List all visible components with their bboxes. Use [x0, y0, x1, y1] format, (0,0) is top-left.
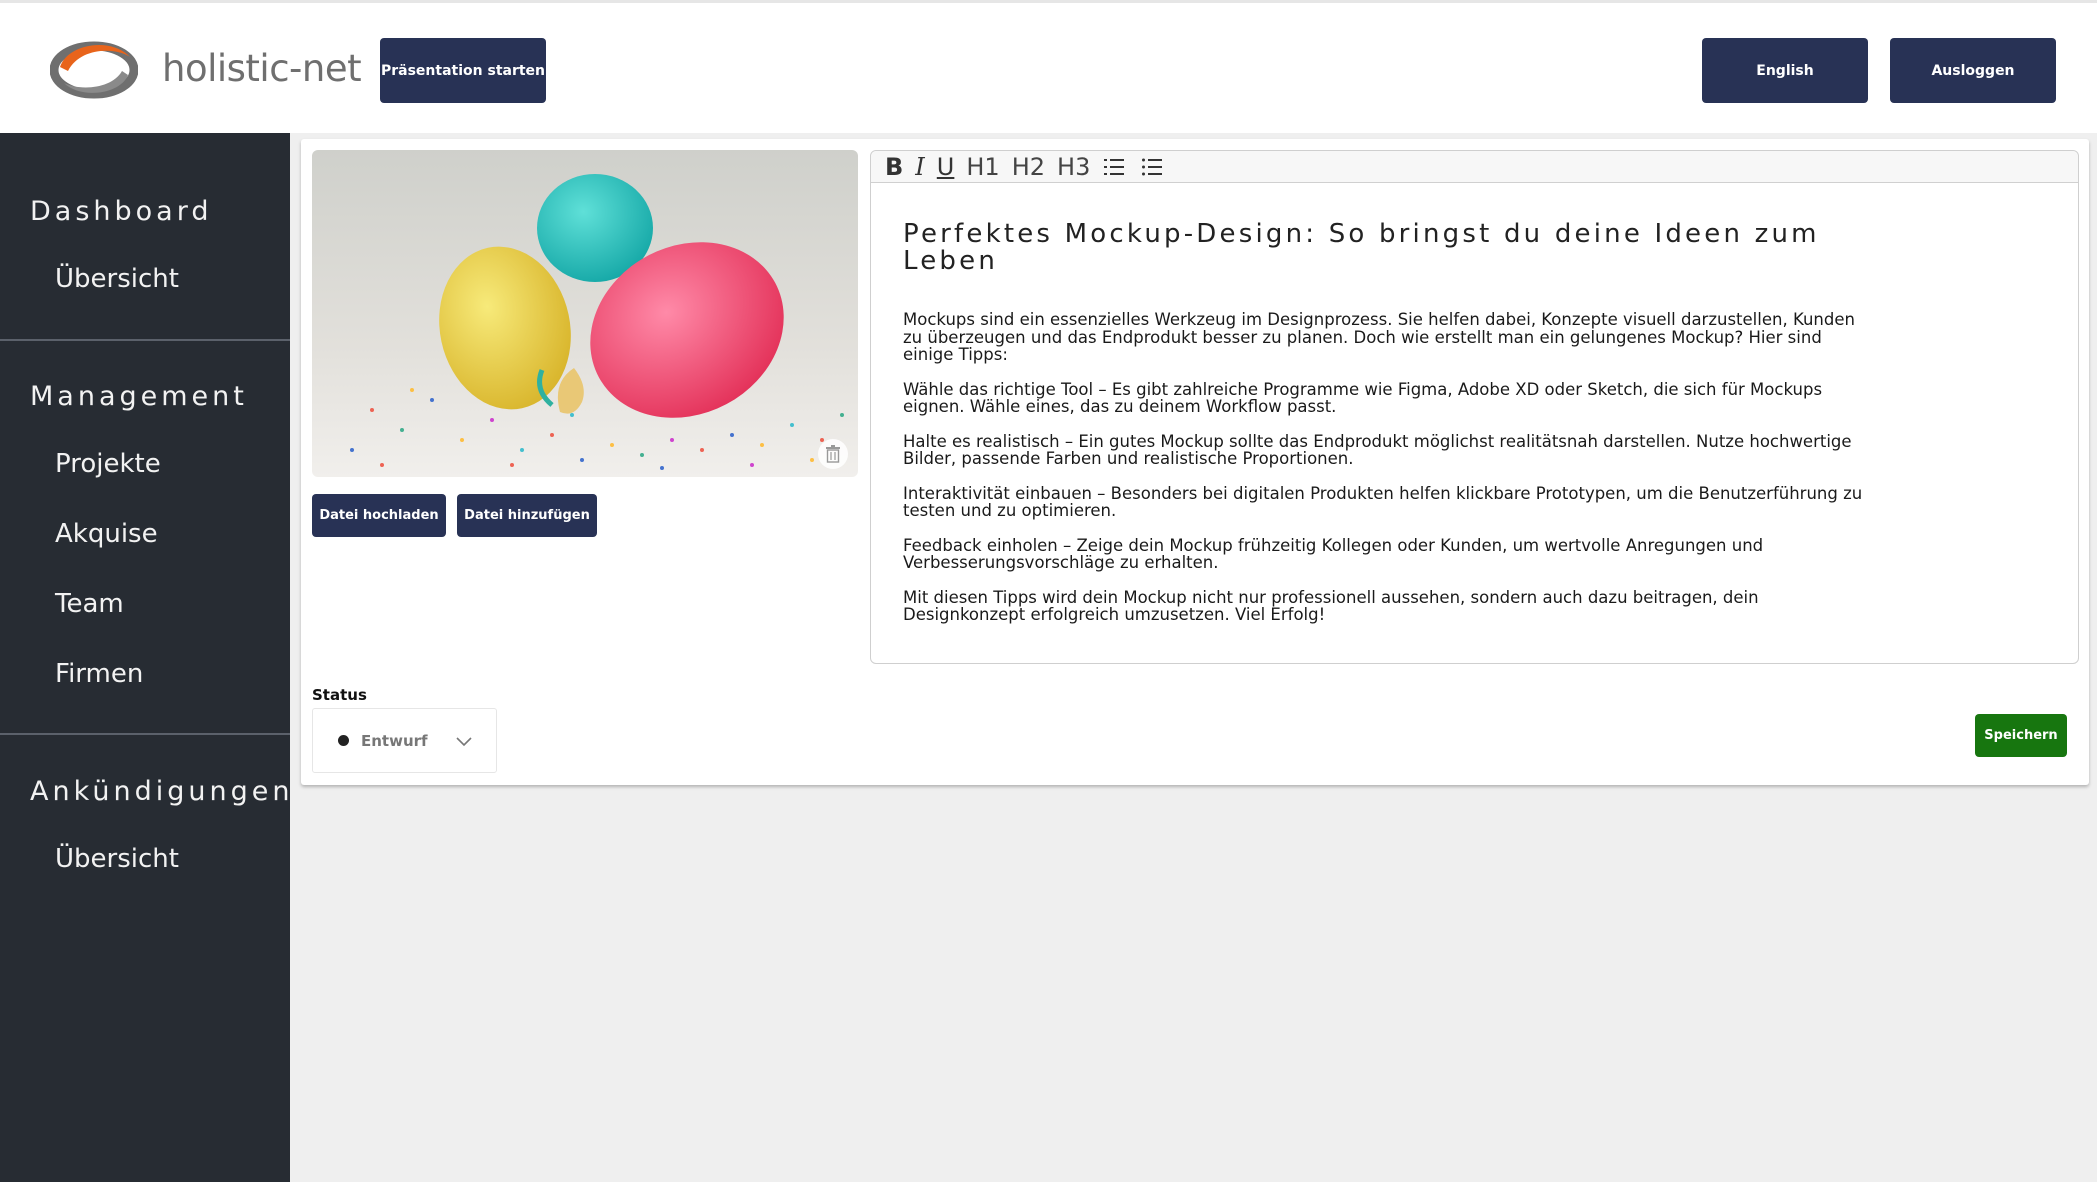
language-button[interactable]: English — [1702, 38, 1868, 103]
sidebar-item-companies[interactable]: Firmen — [55, 659, 143, 689]
top-bar: holistic-net Präsentation starten Englis… — [0, 0, 2097, 133]
ordered-list-icon — [1104, 158, 1125, 175]
article-title: Perfektes Mockup-Design: So bringst du d… — [903, 219, 1820, 276]
sidebar-item-dashboard-overview[interactable]: Übersicht — [55, 264, 179, 294]
sidebar-item-projects[interactable]: Projekte — [55, 449, 161, 479]
status-select[interactable]: Entwurf — [312, 708, 497, 773]
editor-content[interactable]: Perfektes Mockup-Design: So bringst du d… — [903, 221, 1863, 641]
logo[interactable]: holistic-net — [50, 37, 362, 99]
status-dot-icon — [338, 735, 349, 746]
sidebar-item-team[interactable]: Team — [55, 589, 124, 619]
rich-text-editor[interactable]: B I U H1 H2 H3 Perfektes Mockup-Design: … — [870, 150, 2079, 664]
ordered-list-button[interactable] — [1104, 158, 1125, 176]
sidebar-heading-announcements: Ankündigungen — [30, 776, 294, 807]
bold-button[interactable]: B — [885, 153, 903, 181]
status-label: Status — [312, 686, 367, 704]
chevron-down-icon — [456, 737, 472, 747]
start-presentation-button[interactable]: Präsentation starten — [380, 38, 546, 103]
article-paragraph: Wähle das richtige Tool – Es gibt zahlre… — [903, 379, 1823, 416]
sidebar-item-announcements-overview[interactable]: Übersicht — [55, 844, 179, 874]
article-paragraph: Halte es realistisch – Ein gutes Mockup … — [903, 431, 1852, 468]
sidebar-heading-dashboard: Dashboard — [30, 196, 213, 227]
article-paragraph: Mockups sind ein essenzielles Werkzeug i… — [903, 310, 1855, 364]
save-button[interactable]: Speichern — [1975, 714, 2067, 757]
uploaded-image — [312, 150, 858, 477]
heading1-button[interactable]: H1 — [966, 153, 999, 181]
sidebar-item-acquisition[interactable]: Akquise — [55, 519, 158, 549]
bullet-list-icon — [1142, 158, 1163, 175]
logout-button[interactable]: Ausloggen — [1890, 38, 2056, 103]
editor-toolbar: B I U H1 H2 H3 — [871, 151, 2078, 183]
italic-button[interactable]: I — [915, 153, 924, 181]
logo-mark-icon — [50, 41, 138, 99]
sidebar-heading-management: Management — [30, 381, 248, 412]
logo-text: holistic-net — [162, 46, 362, 90]
upload-file-button[interactable]: Datei hochladen — [312, 494, 446, 537]
sidebar-divider — [0, 733, 290, 735]
article-paragraph: Mit diesen Tipps wird dein Mockup nicht … — [903, 587, 1759, 624]
heading3-button[interactable]: H3 — [1057, 153, 1090, 181]
article-paragraph: Interaktivität einbauen – Besonders bei … — [903, 483, 1863, 520]
status-value: Entwurf — [361, 731, 428, 750]
sidebar: Dashboard Übersicht Management Projekte … — [0, 133, 290, 1182]
bullet-list-button[interactable] — [1142, 158, 1163, 176]
heading2-button[interactable]: H2 — [1012, 153, 1045, 181]
trash-icon — [826, 445, 840, 463]
sidebar-divider — [0, 339, 290, 341]
underline-button[interactable]: U — [937, 153, 955, 181]
article-paragraph: Feedback einholen – Zeige dein Mockup fr… — [903, 535, 1764, 572]
balloons-image — [312, 150, 858, 477]
add-file-button[interactable]: Datei hinzufügen — [457, 494, 597, 537]
delete-image-button[interactable] — [818, 439, 848, 469]
